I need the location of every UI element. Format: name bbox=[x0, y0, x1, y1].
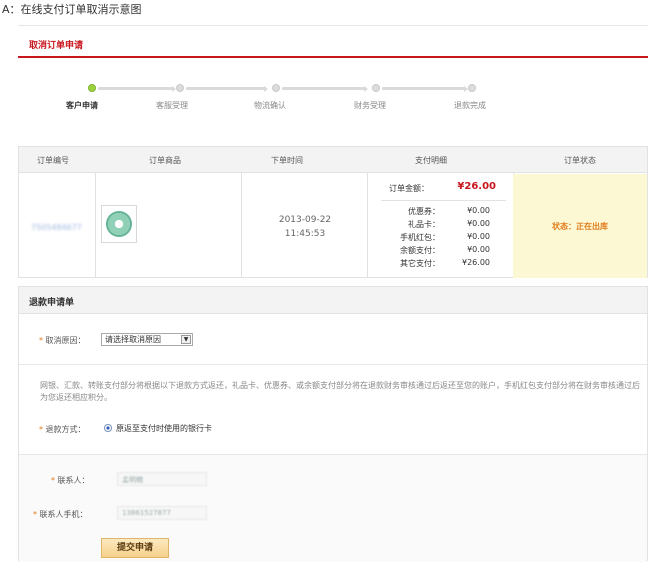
order-number-link[interactable]: 7505484677 bbox=[31, 223, 82, 232]
progress-steps: 客户申请 客服受理 物流确认 财务受理 退款完成 bbox=[18, 84, 648, 114]
step-connector bbox=[186, 87, 266, 90]
payment-value: ¥0.00 bbox=[467, 206, 490, 215]
order-total-label: 订单金额： bbox=[389, 184, 429, 193]
refund-notice: 网银、汇款、转账支付部分将根据以下退款方式返还，礼品卡、优惠券、或余额支付部分将… bbox=[40, 381, 640, 402]
refund-method-option[interactable]: 原返至支付时使用的银行卡 bbox=[116, 423, 212, 434]
column-header-payment: 支付明细 bbox=[415, 156, 447, 165]
payment-label: 手机红包： bbox=[400, 233, 440, 242]
step-label: 客户申请 bbox=[66, 101, 98, 110]
order-status-text: 状态：正在出库 bbox=[552, 222, 608, 231]
contact-phone-input[interactable]: 13861527877 bbox=[117, 506, 207, 520]
step-dot-active-icon bbox=[88, 84, 96, 92]
refund-method-label: * 退款方式： bbox=[39, 424, 86, 435]
column-header-product: 订单商品 bbox=[149, 156, 181, 165]
payment-label: 其它支付： bbox=[400, 259, 440, 268]
section-divider bbox=[19, 364, 647, 365]
payment-label: 余额支付： bbox=[400, 246, 440, 255]
contact-label: * 联系人： bbox=[51, 475, 90, 486]
contact-name-input[interactable]: 孟明楠 bbox=[117, 472, 207, 486]
dropdown-arrow-icon[interactable]: ▼ bbox=[181, 335, 191, 344]
step-dot-icon bbox=[176, 84, 184, 92]
step-dot-icon bbox=[468, 84, 476, 92]
step-arrow-icon bbox=[264, 86, 268, 92]
refund-form-header: 退款申请单 bbox=[19, 287, 647, 314]
step-dot-icon bbox=[372, 84, 380, 92]
page-caption: A：在线支付订单取消示意图 bbox=[2, 3, 142, 16]
payment-label: 优惠券： bbox=[408, 207, 440, 216]
table-header-row: 订单编号 订单商品 下单时间 支付明细 订单状态 bbox=[19, 147, 647, 173]
product-thumbnail[interactable] bbox=[101, 205, 137, 243]
column-divider bbox=[95, 173, 96, 277]
payment-value: ¥0.00 bbox=[467, 245, 490, 254]
payment-value: ¥26.00 bbox=[462, 258, 490, 267]
column-header-status: 订单状态 bbox=[564, 156, 596, 165]
refund-form-title: 退款申请单 bbox=[29, 298, 75, 308]
payment-label: 礼品卡： bbox=[408, 220, 440, 229]
column-header-order-no: 订单编号 bbox=[37, 156, 69, 165]
step-label: 物流确认 bbox=[254, 101, 286, 110]
order-date: 2013-09-22 bbox=[278, 215, 332, 225]
payment-value: ¥0.00 bbox=[467, 219, 490, 228]
refund-method-radio[interactable] bbox=[104, 424, 112, 432]
payment-divider bbox=[381, 200, 506, 201]
phone-label-text: 联系人手机： bbox=[39, 510, 88, 519]
payment-details: 订单金额： ¥26.00 优惠券： ¥0.00 礼品卡： ¥0.00 手机红包：… bbox=[367, 173, 512, 277]
contact-label-text: 联系人： bbox=[57, 476, 90, 485]
column-header-order-time: 下单时间 bbox=[271, 156, 303, 165]
step-dot-icon bbox=[272, 84, 280, 92]
reason-label: * 取消原因： bbox=[39, 335, 86, 346]
page-title: 取消订单申请 bbox=[29, 41, 84, 51]
step-connector bbox=[382, 87, 466, 90]
phone-label: * 联系人手机： bbox=[33, 509, 88, 520]
step-arrow-icon bbox=[364, 86, 368, 92]
payment-row: 其它支付： ¥26.00 bbox=[367, 258, 512, 270]
cancel-reason-value: 请选择取消原因 bbox=[105, 335, 161, 344]
payment-value: ¥0.00 bbox=[467, 232, 490, 241]
step-label: 退款完成 bbox=[454, 101, 486, 110]
order-status-cell: 状态：正在出库 bbox=[513, 174, 647, 278]
page-header: 取消订单申请 bbox=[18, 30, 648, 58]
order-table: 订单编号 订单商品 下单时间 支付明细 订单状态 7505484677 2013… bbox=[18, 146, 648, 278]
order-total-value: ¥26.00 bbox=[457, 181, 496, 192]
payment-row: 手机红包： ¥0.00 bbox=[367, 232, 512, 244]
step-connector bbox=[98, 87, 174, 90]
refund-form: 退款申请单 * 取消原因： 请选择取消原因 ▼ 网银、汇款、转账支付部分将根据以… bbox=[18, 286, 648, 562]
order-time: 11:45:53 bbox=[284, 229, 326, 239]
top-divider bbox=[18, 25, 648, 26]
section-divider bbox=[19, 454, 647, 455]
step-connector bbox=[282, 87, 366, 90]
step-label: 客服受理 bbox=[156, 101, 188, 110]
payment-row: 优惠券： ¥0.00 bbox=[367, 206, 512, 218]
product-plate-image bbox=[106, 211, 132, 237]
step-label: 财务受理 bbox=[354, 101, 386, 110]
cancel-reason-select[interactable]: 请选择取消原因 ▼ bbox=[101, 333, 193, 346]
submit-button[interactable]: 提交申请 bbox=[101, 538, 169, 558]
refund-method-label-text: 退款方式： bbox=[45, 425, 86, 434]
payment-row: 余额支付： ¥0.00 bbox=[367, 245, 512, 257]
payment-row: 礼品卡： ¥0.00 bbox=[367, 219, 512, 231]
reason-label-text: 取消原因： bbox=[45, 336, 86, 345]
